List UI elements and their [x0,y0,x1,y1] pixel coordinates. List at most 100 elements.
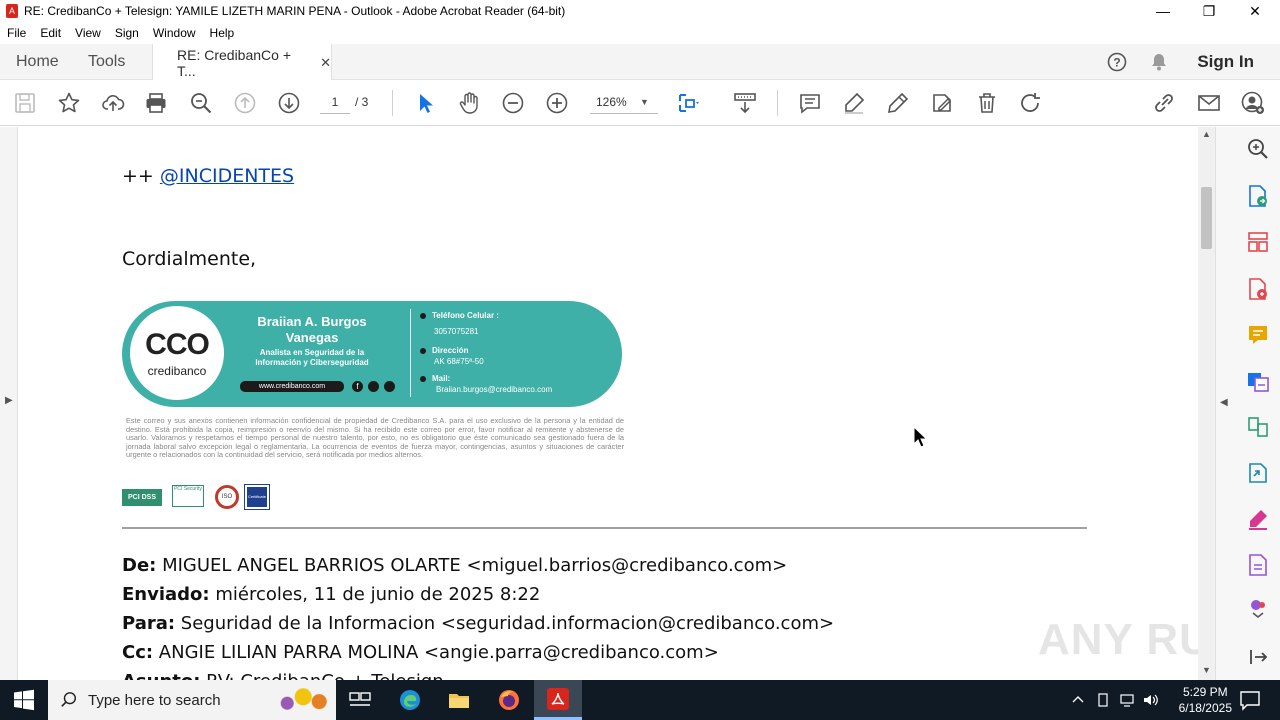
acrobat-taskbar-button[interactable] [534,680,582,720]
phone-value: 3057075281 [434,327,479,336]
mail-label: Mail: [432,374,451,383]
email-headers: De: MIGUEL ANGEL BARRIOS OLARTE <miguel.… [122,551,834,680]
zoom-in-icon[interactable] [545,91,569,115]
header-sent: Enviado: miércoles, 11 de junio de 2025 … [122,580,834,609]
signature-name-line2: Vanegas [285,330,339,345]
expand-left-panel-icon[interactable]: ▶ [5,395,13,406]
next-page-icon[interactable] [277,91,301,115]
notifications-icon[interactable] [1238,688,1262,712]
select-cursor-icon[interactable] [413,91,437,115]
task-view-icon[interactable] [348,688,372,712]
flowers-search-highlight-icon [268,684,332,716]
export-pdf-icon[interactable] [1246,184,1270,208]
right-tools-panel: ◀ [1215,127,1280,680]
bookmark-star-icon[interactable] [57,91,81,115]
acrobat-app-icon: A [6,4,18,18]
organize-pages-icon[interactable] [1246,230,1270,254]
vertical-scrollbar[interactable]: ▲ ▼ [1198,127,1215,680]
highlight-pen-icon[interactable] [842,91,866,115]
menu-edit[interactable]: Edit [33,26,68,40]
minimize-button[interactable]: — [1140,0,1186,22]
collapse-right-panel-icon[interactable]: ◀ [1220,397,1228,408]
scroll-mode-icon[interactable] [733,91,757,115]
sign-in-button[interactable]: Sign In [1197,44,1254,80]
combine-files-icon[interactable] [1246,415,1270,439]
mail-value[interactable]: Braiian.burgos@credibanco.com [436,385,552,394]
email-envelope-icon[interactable] [1197,91,1221,115]
file-explorer-icon[interactable] [447,688,471,712]
windows-start-icon[interactable] [12,688,36,712]
fill-sign-tool-icon[interactable] [1246,507,1270,531]
taskbar-search-box[interactable]: Type here to search [48,680,336,720]
network-icon[interactable] [1118,692,1136,708]
instagram-icon[interactable] [368,381,379,392]
more-tools-icon[interactable] [1246,595,1270,619]
fill-sign-icon[interactable] [930,91,954,115]
header-cc-label: Cc: [122,642,154,663]
tray-device-icon[interactable] [1095,692,1111,708]
logo-text: CCO [145,328,210,361]
scroll-up-icon[interactable]: ▲ [1202,129,1211,139]
user-share-icon[interactable] [1241,91,1265,115]
taskbar-search-placeholder: Type here to search [88,691,221,709]
tab-home[interactable]: Home [16,44,59,80]
acrobat-reader-icon [547,688,569,710]
menu-help[interactable]: Help [203,26,242,40]
notification-bell-icon[interactable] [1149,52,1169,72]
page-number-input[interactable]: 1 [320,90,350,114]
protect-document-icon[interactable] [1246,553,1270,577]
mention-line: ++ @INCIDENTES [122,165,294,187]
window-title: RE: CredibanCo + Telesign: YAMILE LIZETH… [24,4,566,18]
zoom-out-icon[interactable] [501,91,525,115]
firefox-icon[interactable] [497,688,521,712]
header-subject: Asunto: RV: CredibanCo + Telesign [122,667,834,680]
svg-text:?: ? [1113,56,1120,70]
delete-trash-icon[interactable] [975,91,999,115]
close-window-button[interactable]: ✕ [1232,0,1278,22]
windows-taskbar: Type here to search 5:29 PM 6/18/2025 [0,680,1280,720]
search-icon[interactable] [1246,137,1270,161]
help-icon[interactable]: ? [1107,52,1127,72]
tab-tools[interactable]: Tools [88,44,125,80]
youtube-icon[interactable] [384,381,395,392]
menu-view[interactable]: View [68,26,108,40]
zoom-level-select[interactable]: 126% ▼ [590,90,658,114]
scrollbar-thumb[interactable] [1201,187,1212,249]
tab-document[interactable]: RE: CredibanCo + T... ✕ [152,44,332,81]
cert-badge-pci-dss: PCI DSS Certified [122,489,162,518]
zoom-search-icon[interactable] [189,91,213,115]
print-icon[interactable] [144,91,168,115]
menu-sign[interactable]: Sign [108,26,146,40]
edit-pdf-icon[interactable] [1246,369,1270,393]
upload-cloud-icon[interactable] [101,91,125,115]
header-from-label: De: [122,555,157,576]
scroll-down-icon[interactable]: ▼ [1202,665,1211,675]
send-share-icon[interactable] [1246,461,1270,485]
edge-browser-icon[interactable] [398,688,422,712]
hand-pan-icon[interactable] [457,91,481,115]
taskbar-clock[interactable]: 5:29 PM 6/18/2025 [1179,684,1232,716]
tab-close-icon[interactable]: ✕ [320,55,331,71]
menu-file[interactable]: File [0,26,33,40]
previous-page-icon[interactable] [233,91,257,115]
menu-window[interactable]: Window [146,26,203,40]
tab-document-label: RE: CredibanCo + T... [177,46,292,79]
volume-icon[interactable] [1142,692,1160,708]
signature-website[interactable]: www.credibanco.com [240,381,344,392]
panel-expand-icon[interactable] [1246,645,1270,669]
header-from-value: MIGUEL ANGEL BARRIOS OLARTE <miguel.barr… [156,555,788,576]
tray-chevron-up-icon[interactable] [1070,692,1086,708]
rotate-icon[interactable] [1018,91,1042,115]
maximize-button[interactable]: ❐ [1186,0,1232,22]
comment-icon[interactable] [798,91,822,115]
draw-pen-icon[interactable] [886,91,910,115]
page-fit-icon[interactable] [677,91,701,115]
header-to-label: Para: [122,613,176,634]
facebook-icon[interactable]: f [352,381,363,392]
search-icon [61,692,77,707]
incidentes-link[interactable]: @INCIDENTES [160,165,294,187]
save-icon[interactable] [13,91,37,115]
comment-tool-icon[interactable] [1246,323,1270,347]
share-link-icon[interactable] [1152,91,1176,115]
create-pdf-icon[interactable] [1246,277,1270,301]
